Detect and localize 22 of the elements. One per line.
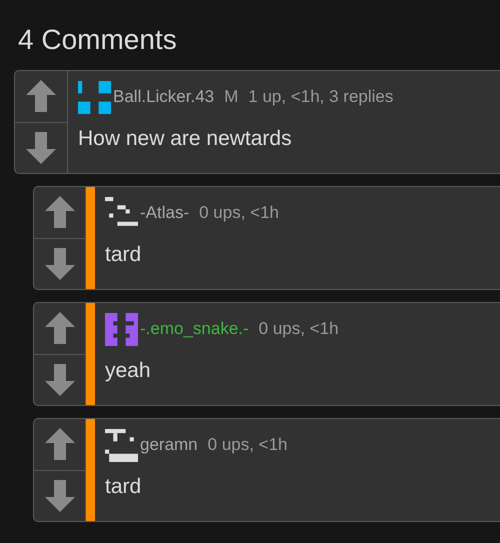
up-arrow-icon	[44, 196, 74, 228]
up-arrow-icon	[44, 312, 74, 344]
comment-meta: 1 up, <1h, 3 replies	[248, 87, 394, 107]
user-flag-label: M	[224, 87, 238, 107]
down-arrow-icon	[44, 480, 74, 512]
down-arrow-icon	[26, 132, 56, 164]
comment-meta: 0 ups, <1h	[199, 203, 279, 223]
username[interactable]: geramn	[140, 435, 198, 455]
comments-heading: 4 Comments	[17, 23, 178, 57]
up-arrow-icon	[44, 428, 74, 460]
comment-meta: 0 ups, <1h	[258, 319, 339, 339]
comment-text: tard	[105, 243, 142, 267]
up-arrow-icon	[26, 80, 56, 112]
comment-meta: 0 ups, <1h	[208, 435, 288, 455]
comment-text: yeah	[105, 359, 152, 383]
comment-text: How new are newtards	[78, 127, 293, 151]
down-arrow-icon	[44, 364, 74, 396]
down-arrow-icon	[44, 248, 74, 280]
username[interactable]: Ball.Licker.43	[113, 87, 214, 107]
username[interactable]: -.emo_snake.-	[140, 319, 249, 339]
username[interactable]: -Atlas-	[140, 203, 190, 223]
comment-text: tard	[105, 475, 142, 499]
